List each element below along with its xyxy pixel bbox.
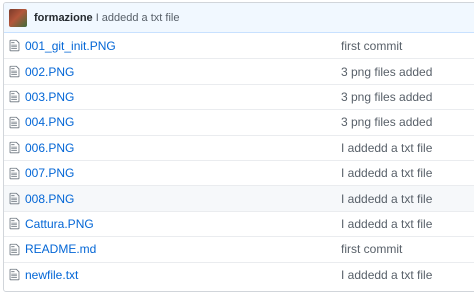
file-name-link[interactable]: 008.PNG — [25, 192, 341, 206]
file-row: 006.PNG I addedd a txt file — [4, 134, 474, 160]
file-icon — [9, 91, 20, 103]
file-name-link[interactable]: 001_git_init.PNG — [25, 39, 341, 53]
file-row: 004.PNG 3 png files added — [4, 109, 474, 134]
file-commit-message-link[interactable]: I addedd a txt file — [341, 166, 432, 180]
file-commit-message-link[interactable]: 3 png files added — [341, 115, 432, 129]
file-name-link[interactable]: 003.PNG — [25, 90, 341, 104]
file-icon — [9, 142, 20, 154]
file-name-link[interactable]: 006.PNG — [25, 141, 341, 155]
file-commit-message-link[interactable]: I addedd a txt file — [341, 192, 432, 206]
file-icon — [9, 116, 20, 129]
file-name-link[interactable]: 007.PNG — [25, 166, 341, 180]
commit-author-link[interactable]: formazione — [34, 12, 93, 24]
file-commit-message-link[interactable]: 3 png files added — [341, 65, 432, 79]
file-row: 007.PNG I addedd a txt file — [4, 159, 474, 185]
file-commit-message-link[interactable]: I addedd a txt file — [341, 268, 432, 282]
file-row: newfile.txt I addedd a txt file — [4, 261, 474, 287]
file-row: 002.PNG 3 png files added — [4, 58, 474, 83]
file-commit-message-link[interactable]: first commit — [341, 39, 402, 53]
file-row: README.md first commit — [4, 236, 474, 261]
file-row: 001_git_init.PNG first commit — [4, 33, 474, 58]
commit-message-link[interactable]: I addedd a txt file — [96, 12, 180, 24]
file-icon — [9, 192, 20, 205]
latest-commit-bar: formazione I addedd a txt file — [4, 3, 474, 33]
avatar[interactable] — [9, 8, 27, 27]
file-name-link[interactable]: 002.PNG — [25, 65, 341, 79]
file-name-link[interactable]: 004.PNG — [25, 115, 341, 129]
file-name-link[interactable]: Cattura.PNG — [25, 217, 341, 231]
file-icon — [9, 243, 20, 255]
file-list-box: formazione I addedd a txt file 001_git_i… — [3, 2, 474, 292]
file-commit-message-link[interactable]: first commit — [341, 242, 402, 256]
file-commit-message-link[interactable]: I addedd a txt file — [341, 217, 432, 231]
file-icon — [9, 218, 20, 230]
file-row: 003.PNG 3 png files added — [4, 83, 474, 109]
file-icon — [9, 167, 20, 179]
file-row: Cattura.PNG I addedd a txt file — [4, 210, 474, 236]
file-commit-message-link[interactable]: 3 png files added — [341, 90, 432, 104]
file-icon — [9, 40, 20, 52]
file-commit-message-link[interactable]: I addedd a txt file — [341, 141, 432, 155]
file-row: 008.PNG I addedd a txt file — [4, 185, 474, 211]
file-rows: 001_git_init.PNG first commit 002.PNG 3 … — [4, 33, 474, 287]
file-icon — [9, 65, 20, 78]
file-icon — [9, 269, 20, 281]
file-name-link[interactable]: README.md — [25, 242, 341, 256]
file-name-link[interactable]: newfile.txt — [25, 268, 341, 282]
